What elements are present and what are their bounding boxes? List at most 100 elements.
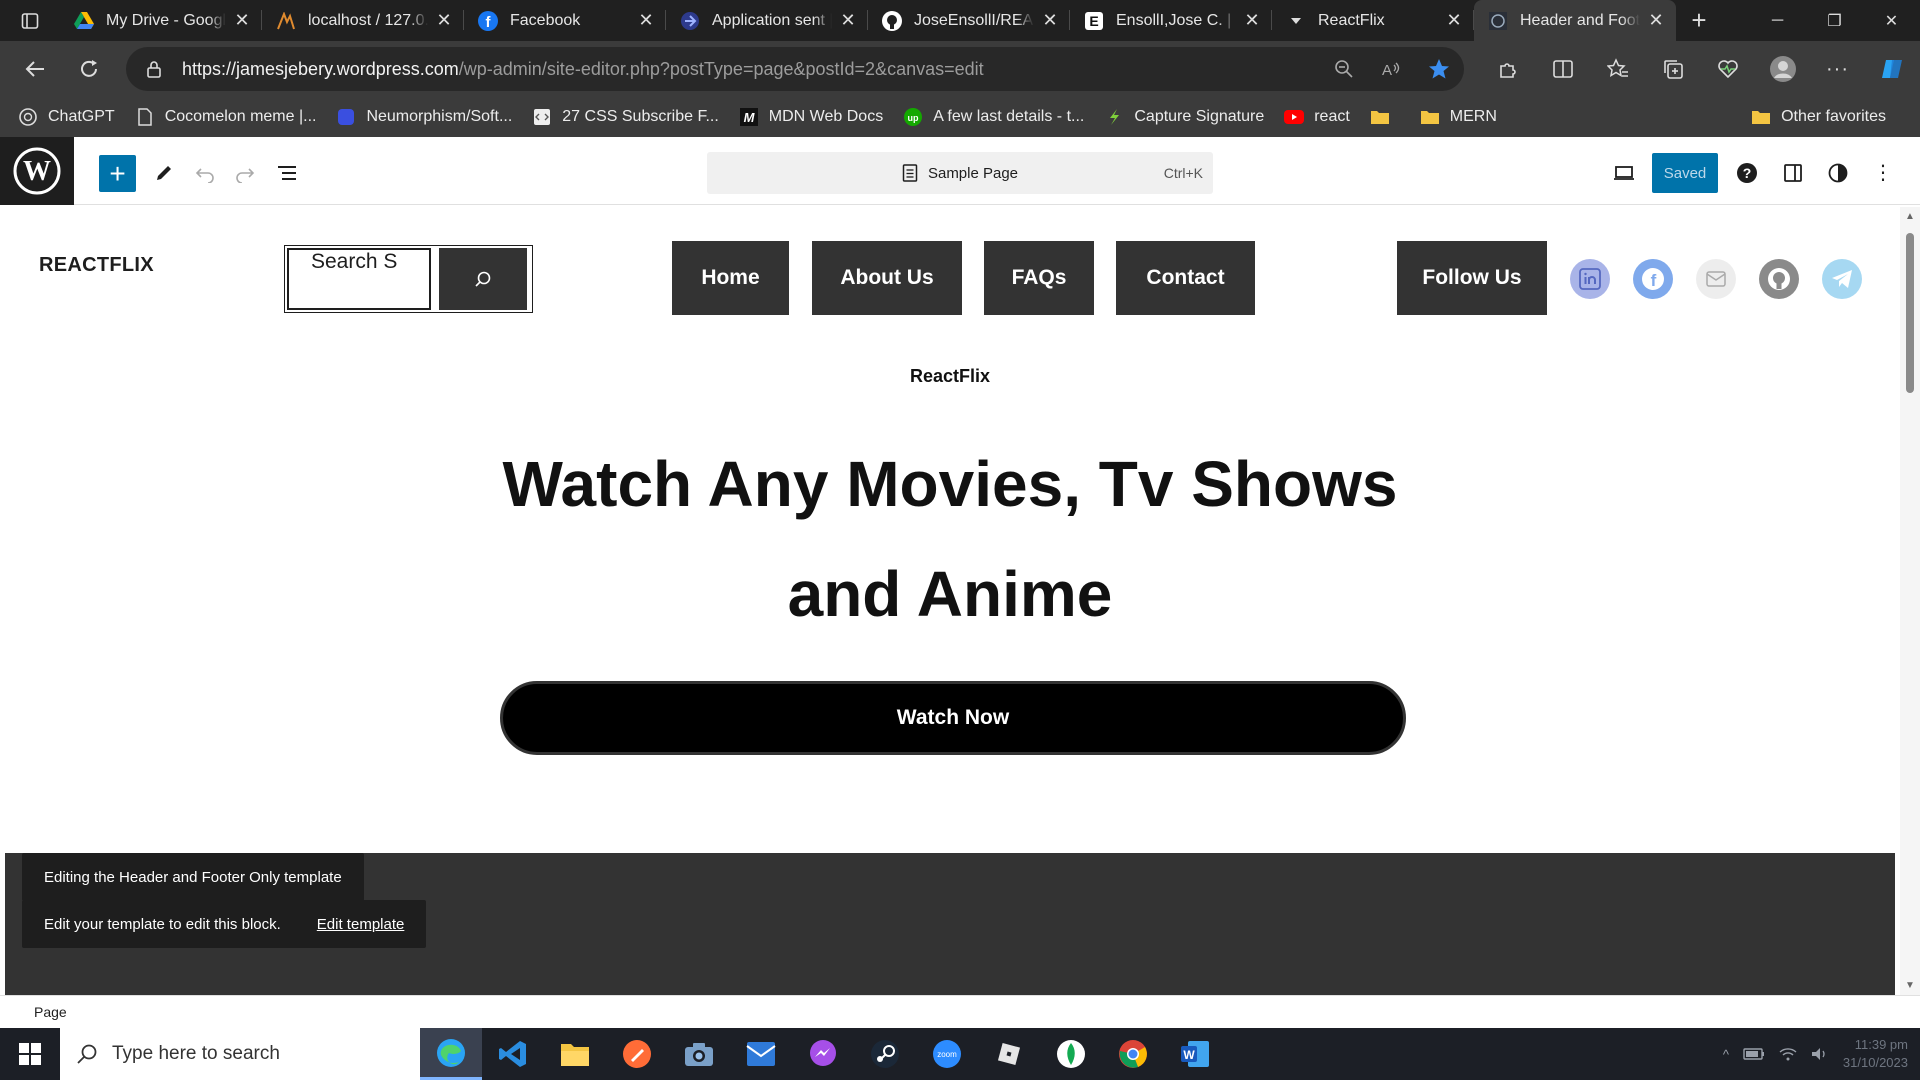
scrollbar-thumb[interactable] — [1906, 233, 1914, 393]
browser-tab-localhost[interactable]: localhost / 127.0.0.1 ✕ — [262, 0, 464, 41]
taskbar-postman[interactable] — [606, 1028, 668, 1080]
restore-button[interactable]: ❐ — [1806, 0, 1863, 41]
settings-sidebar-button[interactable] — [1774, 154, 1812, 192]
taskbar-vscode[interactable] — [482, 1028, 544, 1080]
saved-button[interactable]: Saved — [1652, 153, 1718, 193]
browser-tab-facebook[interactable]: f Facebook ✕ — [464, 0, 666, 41]
minimize-button[interactable]: ─ — [1749, 0, 1806, 41]
taskbar-search-input[interactable]: Type here to search — [60, 1028, 420, 1080]
follow-us-button[interactable]: Follow Us — [1397, 241, 1547, 315]
taskbar-steam[interactable] — [854, 1028, 916, 1080]
close-tab-icon[interactable]: ✕ — [838, 10, 858, 31]
styles-button[interactable] — [1819, 154, 1857, 192]
github-link[interactable] — [1759, 259, 1799, 299]
profile-button[interactable] — [1755, 41, 1810, 97]
command-palette-button[interactable]: Sample Page Ctrl+K — [707, 152, 1213, 194]
linkedin-link[interactable] — [1570, 259, 1610, 299]
close-tab-icon[interactable]: ✕ — [232, 10, 252, 31]
taskbar-messenger[interactable] — [792, 1028, 854, 1080]
address-bar[interactable]: https://jamesjebery.wordpress.com/wp-adm… — [126, 47, 1464, 91]
browser-tab-github[interactable]: JoseEnsollI/REACTFLIX ✕ — [868, 0, 1070, 41]
tools-button[interactable] — [145, 154, 183, 192]
edit-template-link[interactable]: Edit template — [317, 916, 405, 933]
nav-faqs-button[interactable]: FAQs — [984, 241, 1094, 315]
wifi-icon[interactable] — [1779, 1047, 1797, 1061]
close-tab-icon[interactable]: ✕ — [434, 10, 454, 31]
taskbar-chrome[interactable] — [1102, 1028, 1164, 1080]
favorite-folder[interactable] — [1370, 101, 1408, 133]
read-aloud-icon[interactable]: A — [1380, 59, 1402, 79]
scroll-up-icon[interactable]: ▲ — [1905, 211, 1915, 222]
document-overview-button[interactable] — [268, 154, 306, 192]
nav-home-button[interactable]: Home — [672, 241, 789, 315]
telegram-link[interactable] — [1822, 259, 1862, 299]
search-button[interactable] — [439, 248, 527, 310]
facebook-link[interactable]: f — [1633, 259, 1673, 299]
browser-tab-header-footer[interactable]: Header and Footer ✕ — [1474, 0, 1676, 41]
taskbar-mail[interactable] — [730, 1028, 792, 1080]
taskbar-zoom[interactable]: zoom — [916, 1028, 978, 1080]
zoom-icon[interactable] — [1334, 59, 1354, 79]
scroll-down-icon[interactable]: ▼ — [1905, 980, 1915, 991]
close-tab-icon[interactable]: ✕ — [1040, 10, 1060, 31]
favorite-star-icon[interactable] — [1428, 58, 1450, 80]
extensions-button[interactable] — [1480, 41, 1535, 97]
refresh-button[interactable] — [62, 49, 116, 89]
editor-canvas[interactable]: REACTFLIX Search S Home About Us FAQs Co… — [5, 207, 1895, 995]
favorite-mdn[interactable]: M MDN Web Docs — [739, 101, 891, 133]
browser-tab-reactflix[interactable]: ReactFlix ✕ — [1272, 0, 1474, 41]
preview-device-button[interactable] — [1605, 154, 1643, 192]
collections-button[interactable] — [1645, 41, 1700, 97]
favorite-neumorphism[interactable]: Neumorphism/Soft... — [336, 101, 520, 133]
options-button[interactable]: ⋮ — [1864, 154, 1902, 192]
taskbar-mongodb[interactable] — [1040, 1028, 1102, 1080]
favorite-mern[interactable]: MERN — [1420, 101, 1505, 133]
mail-link[interactable] — [1696, 259, 1736, 299]
copilot-button[interactable] — [1865, 41, 1920, 97]
redo-button[interactable] — [226, 154, 264, 192]
settings-more-button[interactable]: ··· — [1810, 41, 1865, 97]
system-clock[interactable]: 11:39 pm 31/10/2023 — [1843, 1036, 1908, 1072]
close-window-button[interactable]: ✕ — [1863, 0, 1920, 41]
split-screen-button[interactable] — [1535, 41, 1590, 97]
close-tab-icon[interactable]: ✕ — [636, 10, 656, 31]
add-block-button[interactable]: + — [99, 155, 136, 192]
taskbar-camera[interactable] — [668, 1028, 730, 1080]
nav-about-button[interactable]: About Us — [812, 241, 962, 315]
search-input[interactable]: Search S — [287, 248, 431, 310]
lock-icon[interactable] — [144, 59, 164, 79]
start-button[interactable] — [0, 1028, 60, 1080]
taskbar-edge[interactable] — [420, 1028, 482, 1080]
undo-button[interactable] — [186, 154, 224, 192]
browser-essentials-button[interactable] — [1700, 41, 1755, 97]
new-tab-button[interactable]: + — [1676, 0, 1722, 41]
other-favorites[interactable]: Other favorites — [1751, 101, 1894, 133]
close-tab-icon[interactable]: ✕ — [1242, 10, 1262, 31]
favorite-upwork[interactable]: up A few last details - t... — [903, 101, 1092, 133]
show-hidden-icons-icon[interactable]: ^ — [1723, 1047, 1729, 1062]
site-title[interactable]: REACTFLIX — [39, 254, 154, 277]
browser-tab-drive[interactable]: My Drive - Google Drive ✕ — [60, 0, 262, 41]
browser-tab-portfolio[interactable]: E EnsollI,Jose C. | Portfolio ✕ — [1070, 0, 1272, 41]
browser-tab-upwork[interactable]: Application sent | Upwork ✕ — [666, 0, 868, 41]
taskbar-roblox[interactable] — [978, 1028, 1040, 1080]
wordpress-logo-button[interactable]: W — [0, 136, 74, 205]
close-tab-icon[interactable]: ✕ — [1444, 10, 1464, 31]
taskbar-file-explorer[interactable] — [544, 1028, 606, 1080]
favorite-capture-signature[interactable]: Capture Signature — [1104, 101, 1272, 133]
favorite-cocomelon[interactable]: Cocomelon meme |... — [135, 101, 325, 133]
help-button[interactable]: ? — [1728, 154, 1766, 192]
watch-now-button[interactable]: Watch Now — [500, 681, 1406, 755]
taskbar-word[interactable]: W — [1164, 1028, 1226, 1080]
canvas-scrollbar[interactable]: ▲ ▼ — [1900, 207, 1920, 995]
favorites-button[interactable] — [1590, 41, 1645, 97]
breadcrumb-page[interactable]: Page — [34, 1004, 67, 1020]
back-button[interactable] — [8, 49, 62, 89]
favorite-css-subscribe[interactable]: 27 CSS Subscribe F... — [532, 101, 727, 133]
nav-contact-button[interactable]: Contact — [1116, 241, 1255, 315]
favorite-chatgpt[interactable]: ChatGPT — [18, 101, 123, 133]
tab-actions-button[interactable] — [0, 0, 60, 41]
battery-icon[interactable] — [1743, 1048, 1765, 1060]
favorite-react[interactable]: react — [1284, 101, 1358, 133]
close-tab-icon[interactable]: ✕ — [1646, 10, 1666, 31]
